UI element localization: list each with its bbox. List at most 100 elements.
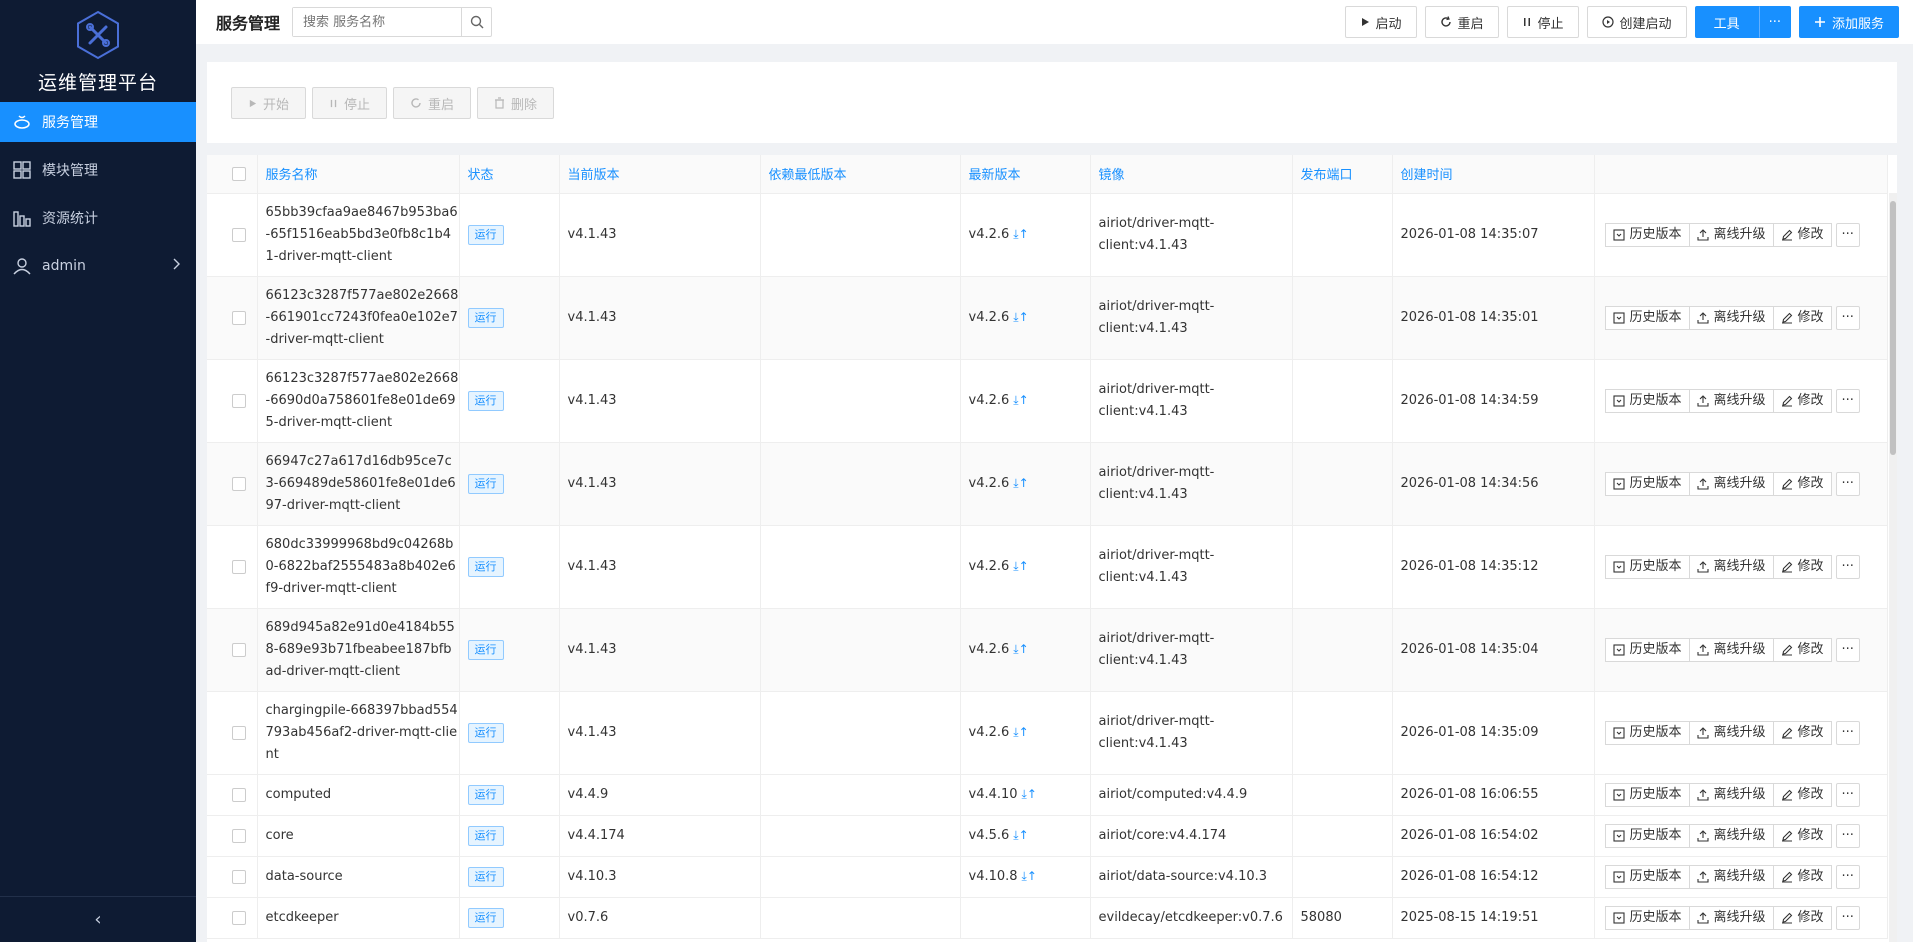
upgrade-icon[interactable]: ⤓↑ [1022, 869, 1037, 883]
current-version: v4.1.43 [559, 442, 761, 526]
latest-version: v4.2.6 ⤓↑ [960, 608, 1091, 692]
more-actions-button[interactable]: ··· [1835, 864, 1860, 889]
bulk-start-button[interactable]: 开始 [231, 87, 307, 119]
sidebar-item-admin[interactable]: admin [0, 246, 196, 286]
edit-button[interactable]: 修改 [1772, 637, 1832, 662]
bulk-stop-button[interactable]: 停止 [312, 87, 388, 119]
offline-upgrade-button[interactable]: 离线升级 [1688, 782, 1774, 807]
select-all-checkbox[interactable] [232, 166, 246, 181]
row-checkbox[interactable] [232, 310, 246, 325]
offline-upgrade-button[interactable]: 离线升级 [1688, 905, 1774, 930]
edit-button[interactable]: 修改 [1772, 864, 1832, 889]
edit-button[interactable]: 修改 [1772, 720, 1832, 745]
offline-upgrade-button[interactable]: 离线升级 [1688, 637, 1774, 662]
edit-button[interactable]: 修改 [1772, 554, 1832, 579]
edit-button[interactable]: 修改 [1772, 823, 1832, 848]
upgrade-icon[interactable]: ⤓↑ [1013, 828, 1028, 842]
tools-more-button[interactable]: ··· [1758, 6, 1791, 38]
column-header[interactable]: 创建时间 [1392, 155, 1595, 194]
row-checkbox[interactable] [232, 725, 246, 740]
row-checkbox[interactable] [232, 476, 246, 491]
row-actions: 历史版本 离线升级 修改 ··· [1594, 276, 1888, 360]
bulk-delete-button[interactable]: 删除 [477, 87, 555, 119]
offline-upgrade-button[interactable]: 离线升级 [1688, 305, 1774, 330]
history-version-button[interactable]: 历史版本 [1604, 905, 1690, 930]
upgrade-icon[interactable]: ⤓↑ [1013, 227, 1028, 241]
sidebar-item-services[interactable]: 服务管理 [0, 102, 196, 142]
stop-button[interactable]: 停止 [1506, 6, 1579, 38]
history-version-button[interactable]: 历史版本 [1604, 222, 1690, 247]
more-actions-button[interactable]: ··· [1835, 388, 1860, 413]
edit-button[interactable]: 修改 [1772, 222, 1832, 247]
row-select [207, 897, 258, 939]
sidebar-item-stats[interactable]: 资源统计 [0, 198, 196, 238]
create-start-button[interactable]: 创建启动 [1586, 6, 1687, 38]
history-version-button[interactable]: 历史版本 [1604, 471, 1690, 496]
offline-upgrade-button[interactable]: 离线升级 [1688, 471, 1774, 496]
more-actions-button[interactable]: ··· [1835, 905, 1860, 930]
add-service-button[interactable]: 添加服务 [1798, 6, 1899, 38]
offline-upgrade-button[interactable]: 离线升级 [1688, 554, 1774, 579]
edit-button[interactable]: 修改 [1772, 471, 1832, 496]
more-actions-button[interactable]: ··· [1835, 637, 1860, 662]
restart-button[interactable]: 重启 [1424, 6, 1499, 38]
upgrade-icon[interactable]: ⤓↑ [1013, 393, 1028, 407]
vertical-scrollbar[interactable] [1889, 193, 1897, 942]
column-header[interactable]: 最新版本 [960, 155, 1091, 194]
history-version-button[interactable]: 历史版本 [1604, 720, 1690, 745]
offline-upgrade-button[interactable]: 离线升级 [1688, 222, 1774, 247]
column-header[interactable]: 状态 [459, 155, 560, 194]
search-button[interactable] [461, 8, 491, 36]
offline-upgrade-button[interactable]: 离线升级 [1688, 388, 1774, 413]
upgrade-icon[interactable]: ⤓↑ [1013, 725, 1028, 739]
upgrade-icon[interactable]: ⤓↑ [1022, 787, 1037, 801]
upgrade-icon[interactable]: ⤓↑ [1013, 559, 1028, 573]
history-version-button[interactable]: 历史版本 [1604, 823, 1690, 848]
sidebar-collapse-button[interactable]: ‹ [0, 896, 196, 942]
start-button[interactable]: 启动 [1344, 6, 1417, 38]
edit-button[interactable]: 修改 [1772, 305, 1832, 330]
column-header[interactable]: 发布端口 [1292, 155, 1393, 194]
row-checkbox[interactable] [232, 227, 246, 242]
upgrade-icon[interactable]: ⤓↑ [1013, 642, 1028, 656]
row-checkbox[interactable] [232, 393, 246, 408]
edit-button[interactable]: 修改 [1772, 388, 1832, 413]
history-version-button[interactable]: 历史版本 [1604, 305, 1690, 330]
row-checkbox[interactable] [232, 869, 246, 884]
column-header[interactable]: 服务名称 [257, 155, 460, 194]
publish-port [1292, 774, 1393, 816]
more-actions-button[interactable]: ··· [1835, 305, 1860, 330]
history-version-button[interactable]: 历史版本 [1604, 554, 1690, 579]
history-version-button[interactable]: 历史版本 [1604, 388, 1690, 413]
more-actions-button[interactable]: ··· [1835, 720, 1860, 745]
column-header[interactable]: 当前版本 [559, 155, 761, 194]
row-checkbox[interactable] [232, 642, 246, 657]
more-actions-button[interactable]: ··· [1835, 222, 1860, 247]
upgrade-icon[interactable]: ⤓↑ [1013, 476, 1028, 490]
edit-button[interactable]: 修改 [1772, 905, 1832, 930]
search-input[interactable] [293, 8, 462, 36]
tools-button[interactable]: 工具 [1694, 6, 1759, 38]
more-actions-button[interactable]: ··· [1835, 554, 1860, 579]
bulk-restart-button[interactable]: 重启 [393, 87, 472, 119]
row-checkbox[interactable] [232, 828, 246, 843]
sidebar-item-modules[interactable]: 模块管理 [0, 150, 196, 190]
history-version-button[interactable]: 历史版本 [1604, 637, 1690, 662]
scrollbar-thumb[interactable] [1890, 201, 1896, 455]
publish-port [1292, 442, 1393, 526]
row-checkbox[interactable] [232, 787, 246, 802]
offline-upgrade-button[interactable]: 离线升级 [1688, 864, 1774, 889]
more-actions-button[interactable]: ··· [1835, 471, 1860, 496]
history-version-button[interactable]: 历史版本 [1604, 782, 1690, 807]
row-checkbox[interactable] [232, 559, 246, 574]
more-actions-button[interactable]: ··· [1835, 823, 1860, 848]
edit-button[interactable]: 修改 [1772, 782, 1832, 807]
offline-upgrade-button[interactable]: 离线升级 [1688, 720, 1774, 745]
more-actions-button[interactable]: ··· [1835, 782, 1860, 807]
offline-upgrade-button[interactable]: 离线升级 [1688, 823, 1774, 848]
row-checkbox[interactable] [232, 910, 246, 925]
column-header[interactable]: 依赖最低版本 [760, 155, 961, 194]
upgrade-icon[interactable]: ⤓↑ [1013, 310, 1028, 324]
column-header[interactable]: 镜像 [1090, 155, 1293, 194]
history-version-button[interactable]: 历史版本 [1604, 864, 1690, 889]
